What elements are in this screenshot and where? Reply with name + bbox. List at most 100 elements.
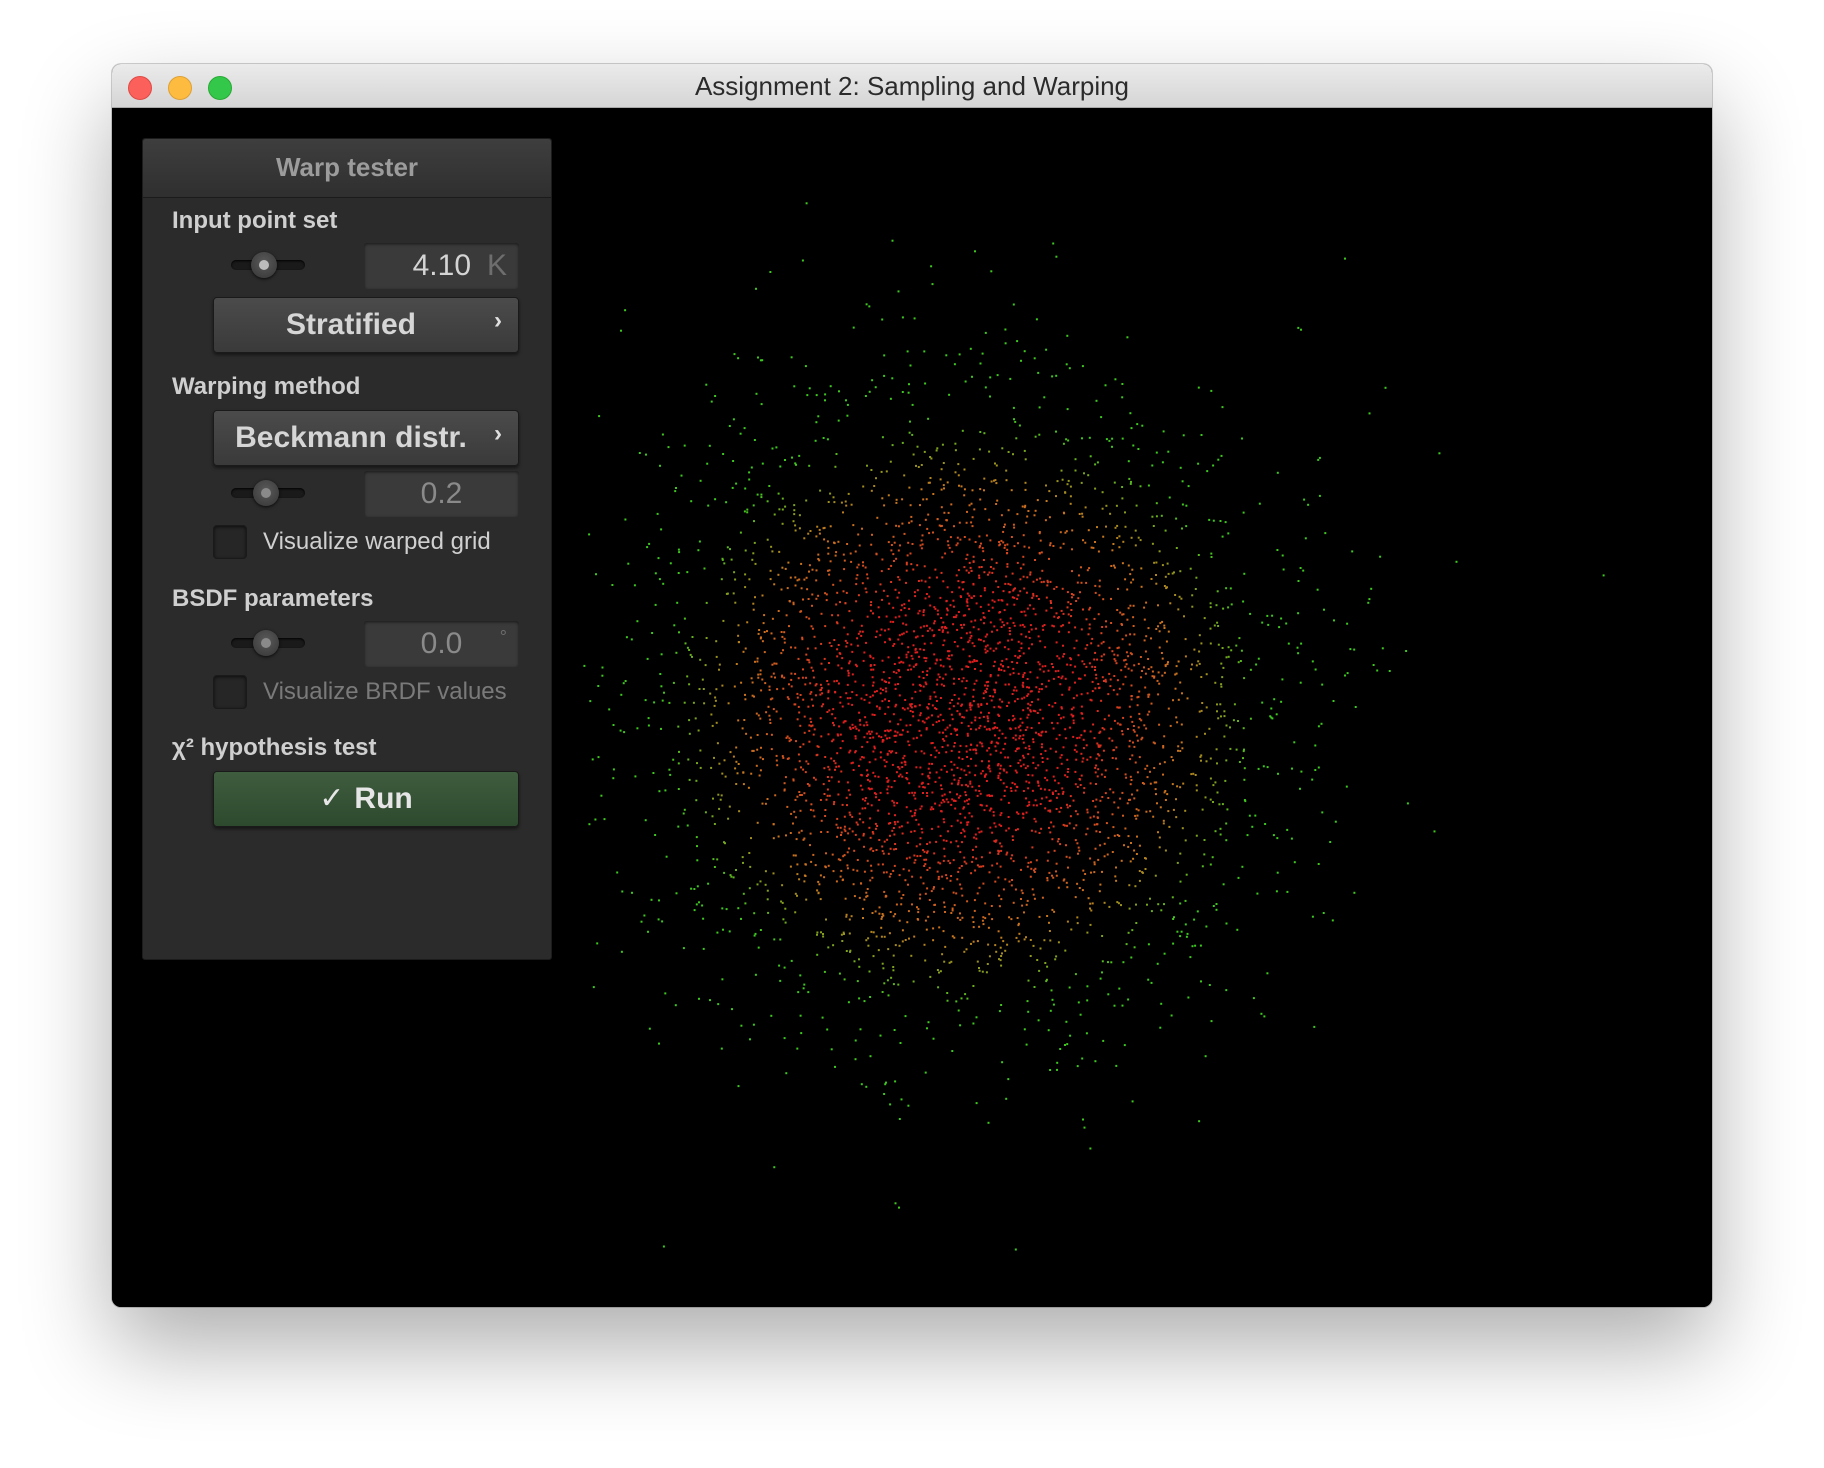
sample-point (746, 511, 749, 514)
sample-point (964, 687, 967, 690)
visualize-warped-grid-checkbox[interactable] (213, 525, 247, 559)
sample-point (1173, 916, 1175, 919)
sample-point (1101, 727, 1104, 730)
sample-point (1204, 796, 1207, 799)
warp-parameter-field[interactable]: 0.2 (364, 471, 519, 517)
sample-point (892, 983, 895, 986)
sample-point (1219, 703, 1222, 706)
sample-point (1299, 567, 1302, 569)
sample-point (1132, 725, 1135, 727)
sample-point (759, 756, 762, 759)
sample-point (940, 788, 943, 790)
sample-point (1004, 736, 1007, 739)
sample-point (930, 265, 933, 268)
sample-point (994, 825, 997, 828)
point-count-field[interactable]: 4.10 K (364, 243, 519, 289)
bsdf-angle-slider[interactable] (231, 627, 305, 659)
sample-point (820, 688, 823, 691)
sample-point (930, 457, 933, 460)
sample-point (961, 680, 964, 683)
sample-point (1123, 1044, 1126, 1047)
sample-point (1083, 674, 1086, 677)
sample-point (1012, 588, 1015, 591)
sample-point (1143, 606, 1146, 609)
sample-point (1021, 623, 1024, 626)
sample-point (1054, 670, 1057, 673)
sample-point (836, 648, 839, 651)
sample-point (966, 900, 969, 903)
warping-method-value: Beckmann distr. (235, 421, 467, 454)
sample-point (1160, 1002, 1163, 1005)
bsdf-angle-slider-knob[interactable] (253, 630, 279, 656)
sample-point (1068, 856, 1071, 859)
point-count-slider-knob[interactable] (251, 252, 277, 278)
sample-point (788, 600, 791, 602)
sample-point (1121, 730, 1124, 733)
sample-point (848, 847, 850, 850)
sample-point (991, 864, 994, 867)
sample-point (780, 900, 783, 903)
sample-point (1101, 759, 1103, 762)
sample-point (836, 591, 839, 594)
sample-point (977, 705, 980, 708)
sample-point (1181, 827, 1184, 830)
sample-point (727, 817, 730, 820)
sample-point (1209, 798, 1212, 801)
sample-point (766, 500, 769, 503)
sample-point (1028, 801, 1031, 804)
sample-point (1002, 748, 1005, 751)
sample-point (989, 647, 992, 650)
sample-point (840, 501, 843, 504)
sample-point (1058, 734, 1061, 737)
sample-point (1318, 494, 1321, 497)
sample-point (907, 740, 910, 743)
sample-point (898, 1118, 901, 1120)
visualize-brdf-values-label[interactable]: Visualize BRDF values (263, 675, 507, 709)
sample-point (869, 664, 872, 667)
sample-point (803, 578, 806, 581)
sample-point (1201, 702, 1204, 704)
sample-point (645, 453, 647, 456)
sample-point (894, 588, 897, 591)
visualize-brdf-values-checkbox[interactable] (213, 675, 247, 709)
sample-point (852, 883, 855, 886)
sample-point (1021, 505, 1024, 508)
warping-method-dropdown[interactable]: Beckmann distr. › (213, 410, 519, 466)
sample-point (772, 837, 775, 840)
point-visualization-canvas[interactable]: Warp tester Input point set 4.10 K Strat… (112, 108, 1712, 1307)
point-count-slider[interactable] (231, 249, 305, 281)
warp-parameter-slider-knob[interactable] (253, 480, 279, 506)
sample-point (854, 751, 857, 754)
sample-point (1048, 789, 1051, 792)
run-chi2-test-button[interactable]: ✓ Run (213, 771, 519, 827)
sample-point (766, 538, 769, 541)
sample-point (1086, 931, 1089, 934)
sample-point (999, 946, 1002, 949)
sample-point (1077, 597, 1080, 600)
sample-point (789, 576, 792, 579)
panel-title[interactable]: Warp tester (143, 139, 551, 198)
sample-point (920, 827, 923, 830)
sample-point (1140, 567, 1143, 570)
sample-point (761, 640, 764, 643)
point-set-type-dropdown[interactable]: Stratified › (213, 297, 519, 353)
sample-point (983, 587, 986, 590)
sample-point (1112, 826, 1115, 829)
sample-point (935, 449, 938, 452)
sample-point (616, 871, 619, 874)
sample-point (998, 1010, 1001, 1013)
warp-parameter-slider[interactable] (231, 477, 305, 509)
bsdf-angle-field[interactable]: 0.0 ° (364, 621, 519, 667)
visualize-warped-grid-label[interactable]: Visualize warped grid (263, 525, 491, 559)
sample-point (1007, 701, 1010, 704)
title-bar[interactable]: Assignment 2: Sampling and Warping (112, 64, 1712, 108)
sample-point (960, 721, 963, 724)
sample-point (1033, 357, 1036, 360)
sample-point (956, 819, 959, 822)
sample-point (1155, 582, 1158, 585)
sample-point (953, 763, 956, 766)
sample-point (999, 767, 1002, 770)
sample-point (871, 713, 874, 716)
sample-point (1163, 585, 1166, 587)
sample-point (1013, 624, 1016, 627)
